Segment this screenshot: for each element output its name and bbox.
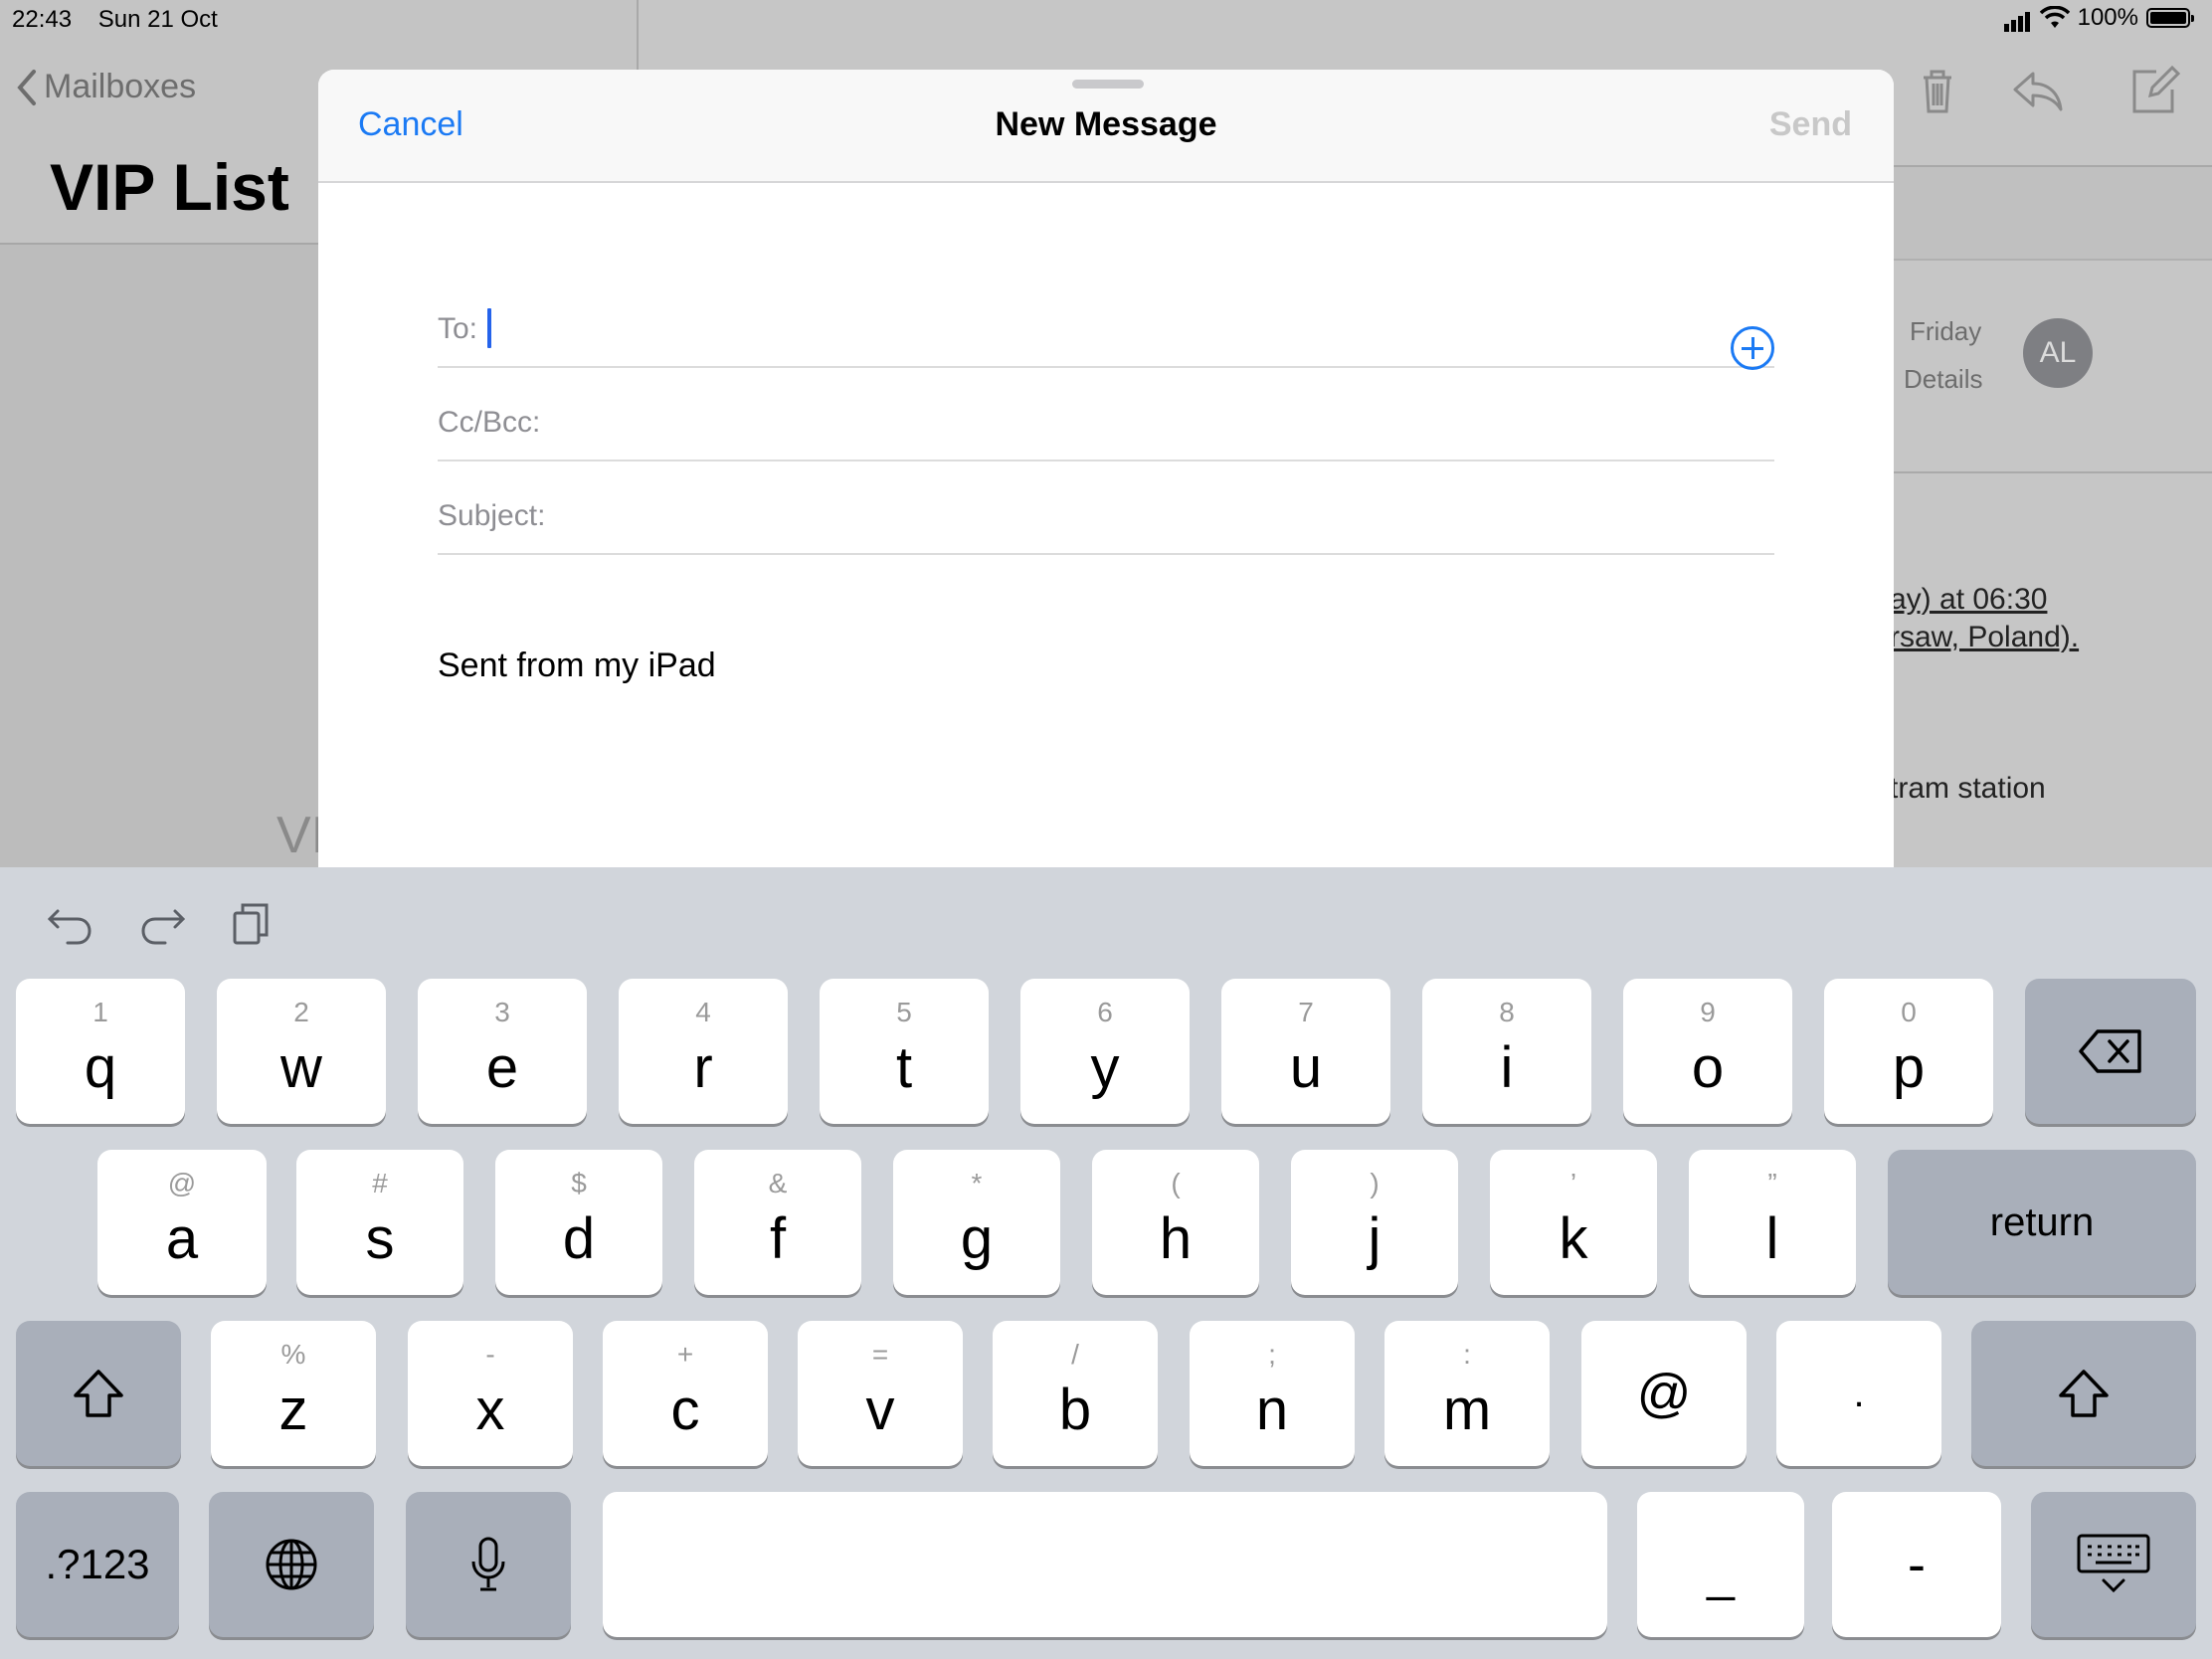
send-button[interactable]: Send	[1769, 105, 1852, 144]
message-date: Friday	[1910, 316, 1982, 346]
key-m[interactable]: :m	[1384, 1321, 1550, 1466]
key-r[interactable]: 4r	[619, 979, 788, 1124]
cellular-signal-icon	[2003, 4, 2032, 32]
reply-icon[interactable]	[2009, 62, 2065, 117]
wifi-icon	[2039, 6, 2070, 28]
backspace-key[interactable]	[2025, 979, 2196, 1124]
shift-icon	[74, 1370, 123, 1417]
message-detail-header	[1894, 165, 2212, 261]
key-b[interactable]: / b	[993, 1321, 1158, 1466]
key-at[interactable]: @	[1581, 1321, 1747, 1466]
compose-icon[interactable]	[2126, 62, 2182, 117]
message-body-line: ay) at 06:30	[1890, 583, 2048, 616]
key-t[interactable]: 5t	[820, 979, 989, 1124]
key-i[interactable]: 8i	[1422, 979, 1591, 1124]
shift-key-right[interactable]	[1971, 1321, 2196, 1466]
return-key[interactable]: return	[1888, 1150, 2196, 1295]
avatar[interactable]: AL	[2023, 318, 2093, 388]
key-y[interactable]: 6y	[1020, 979, 1190, 1124]
dismiss-keyboard-key[interactable]	[2031, 1492, 2196, 1637]
keyboard-dismiss-icon	[2077, 1534, 2150, 1593]
key-w[interactable]: 2w	[217, 979, 386, 1124]
battery-percentage: 100%	[2077, 4, 2138, 31]
key-p[interactable]: 0p	[1824, 979, 1993, 1124]
to-field[interactable]: To:	[438, 276, 1774, 370]
delete-icon	[2079, 1029, 2141, 1073]
paste-icon[interactable]	[227, 897, 278, 949]
key-q[interactable]: 1q	[16, 979, 185, 1124]
back-label: Mailboxes	[44, 68, 197, 105]
on-screen-keyboard: 1q 2w 3e 4r 5t 6y 7u 8i 9o 0p @ a # s $ d &…	[0, 867, 2212, 1659]
numbers-key[interactable]: .?123	[16, 1492, 179, 1637]
status-bar-indicators: 100%	[2003, 4, 2194, 32]
key-n[interactable]: ; n	[1190, 1321, 1355, 1466]
compose-sheet: Cancel New Message Send To: Cc/Bcc: Subj…	[318, 70, 1894, 867]
subject-label: Subject:	[438, 499, 546, 532]
key-h[interactable]: (h	[1092, 1150, 1259, 1295]
add-contact-icon[interactable]	[1731, 326, 1774, 370]
undo-icon[interactable]	[44, 897, 95, 949]
message-toolbar	[1910, 50, 2212, 129]
key-k[interactable]: ’ k	[1490, 1150, 1657, 1295]
cc-bcc-label: Cc/Bcc:	[438, 406, 541, 439]
globe-icon	[266, 1539, 317, 1590]
key-z[interactable]: % z	[211, 1321, 376, 1466]
details-link[interactable]: Details	[1904, 364, 1982, 395]
shift-icon	[2059, 1370, 2109, 1417]
microphone-icon	[471, 1537, 505, 1591]
message-body[interactable]: Sent from my iPad	[438, 646, 716, 685]
to-label: To:	[438, 312, 478, 345]
key-d[interactable]: $ d	[495, 1150, 662, 1295]
redo-icon[interactable]	[137, 897, 189, 949]
shift-key-left[interactable]	[16, 1321, 181, 1466]
mailboxes-back-button[interactable]: Mailboxes	[16, 68, 196, 106]
compose-title: New Message	[995, 105, 1217, 143]
dictation-key[interactable]	[406, 1492, 571, 1637]
key-x[interactable]: -x	[408, 1321, 573, 1466]
key-e[interactable]: 3e	[418, 979, 587, 1124]
key-a[interactable]: @ a	[97, 1150, 267, 1295]
key-f[interactable]: & f	[694, 1150, 861, 1295]
key-u[interactable]: 7u	[1221, 979, 1390, 1124]
globe-key[interactable]	[209, 1492, 374, 1637]
status-bar-clock: 22:43 Sun 21 Oct	[12, 6, 218, 34]
key-c[interactable]: + c	[603, 1321, 768, 1466]
battery-icon	[2146, 8, 2194, 28]
chevron-left-icon	[17, 69, 36, 105]
key-dash[interactable]: -	[1832, 1492, 2001, 1637]
key-s[interactable]: # s	[296, 1150, 463, 1295]
subject-field[interactable]: Subject:	[438, 463, 1774, 555]
sheet-grabber[interactable]	[1072, 80, 1144, 89]
page-title: VIP List	[50, 150, 289, 224]
message-body-line: rsaw, Poland).	[1890, 621, 2080, 653]
text-caret	[487, 308, 491, 348]
key-l[interactable]: ” l	[1689, 1150, 1856, 1295]
key-underscore[interactable]: _	[1637, 1492, 1804, 1637]
key-g[interactable]: * g	[893, 1150, 1060, 1295]
key-o[interactable]: 9o	[1623, 979, 1792, 1124]
status-time: 22:43	[12, 6, 73, 33]
cc-bcc-field[interactable]: Cc/Bcc:	[438, 370, 1774, 461]
status-date: Sun 21 Oct	[97, 6, 218, 33]
space-bar[interactable]	[603, 1492, 1607, 1637]
key-j[interactable]: ) j	[1291, 1150, 1458, 1295]
message-body-line: tram station	[1890, 772, 2046, 805]
key-period[interactable]: .	[1776, 1321, 1941, 1466]
trash-icon[interactable]	[1910, 62, 1965, 117]
key-v[interactable]: = v	[798, 1321, 963, 1466]
